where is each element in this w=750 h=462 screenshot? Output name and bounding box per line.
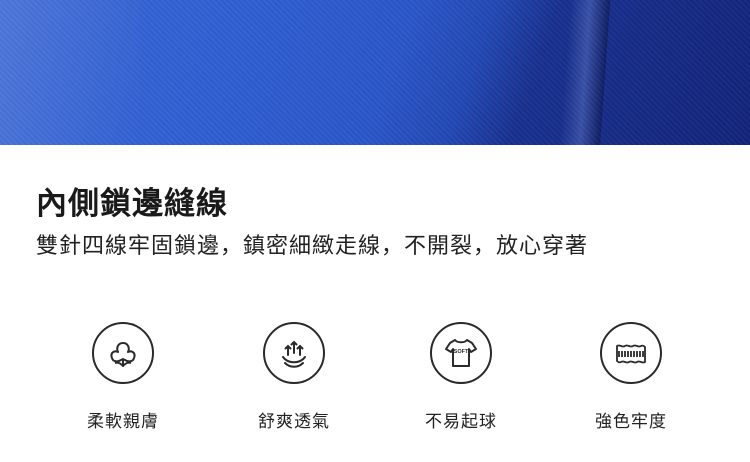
cotton-flower-icon: [92, 322, 154, 384]
soft-tshirt-icon: SOFT: [430, 322, 492, 384]
breathable-arrows-icon: [263, 322, 325, 384]
feature-label: 舒爽透氣: [258, 412, 330, 432]
feature-label: 強色牢度: [595, 412, 667, 432]
feature-label: 不易起球: [425, 412, 497, 432]
feature-breathable: 舒爽透氣: [239, 322, 349, 432]
page-title: 內側鎖邊縫線: [36, 186, 228, 222]
tshirt-soft-text: SOFT: [454, 349, 469, 355]
fabric-wave-icon: [600, 322, 662, 384]
page-subtitle: 雙針四線牢固鎖邊，鎮密細緻走線，不開裂，放心穿著: [36, 234, 589, 259]
feature-label: 柔軟親膚: [87, 412, 159, 432]
feature-soft-skin: 柔軟親膚: [68, 322, 178, 432]
feature-color-fastness: 強色牢度: [576, 322, 686, 432]
feature-anti-pilling: SOFT 不易起球: [406, 322, 516, 432]
fabric-photo: [0, 0, 750, 145]
